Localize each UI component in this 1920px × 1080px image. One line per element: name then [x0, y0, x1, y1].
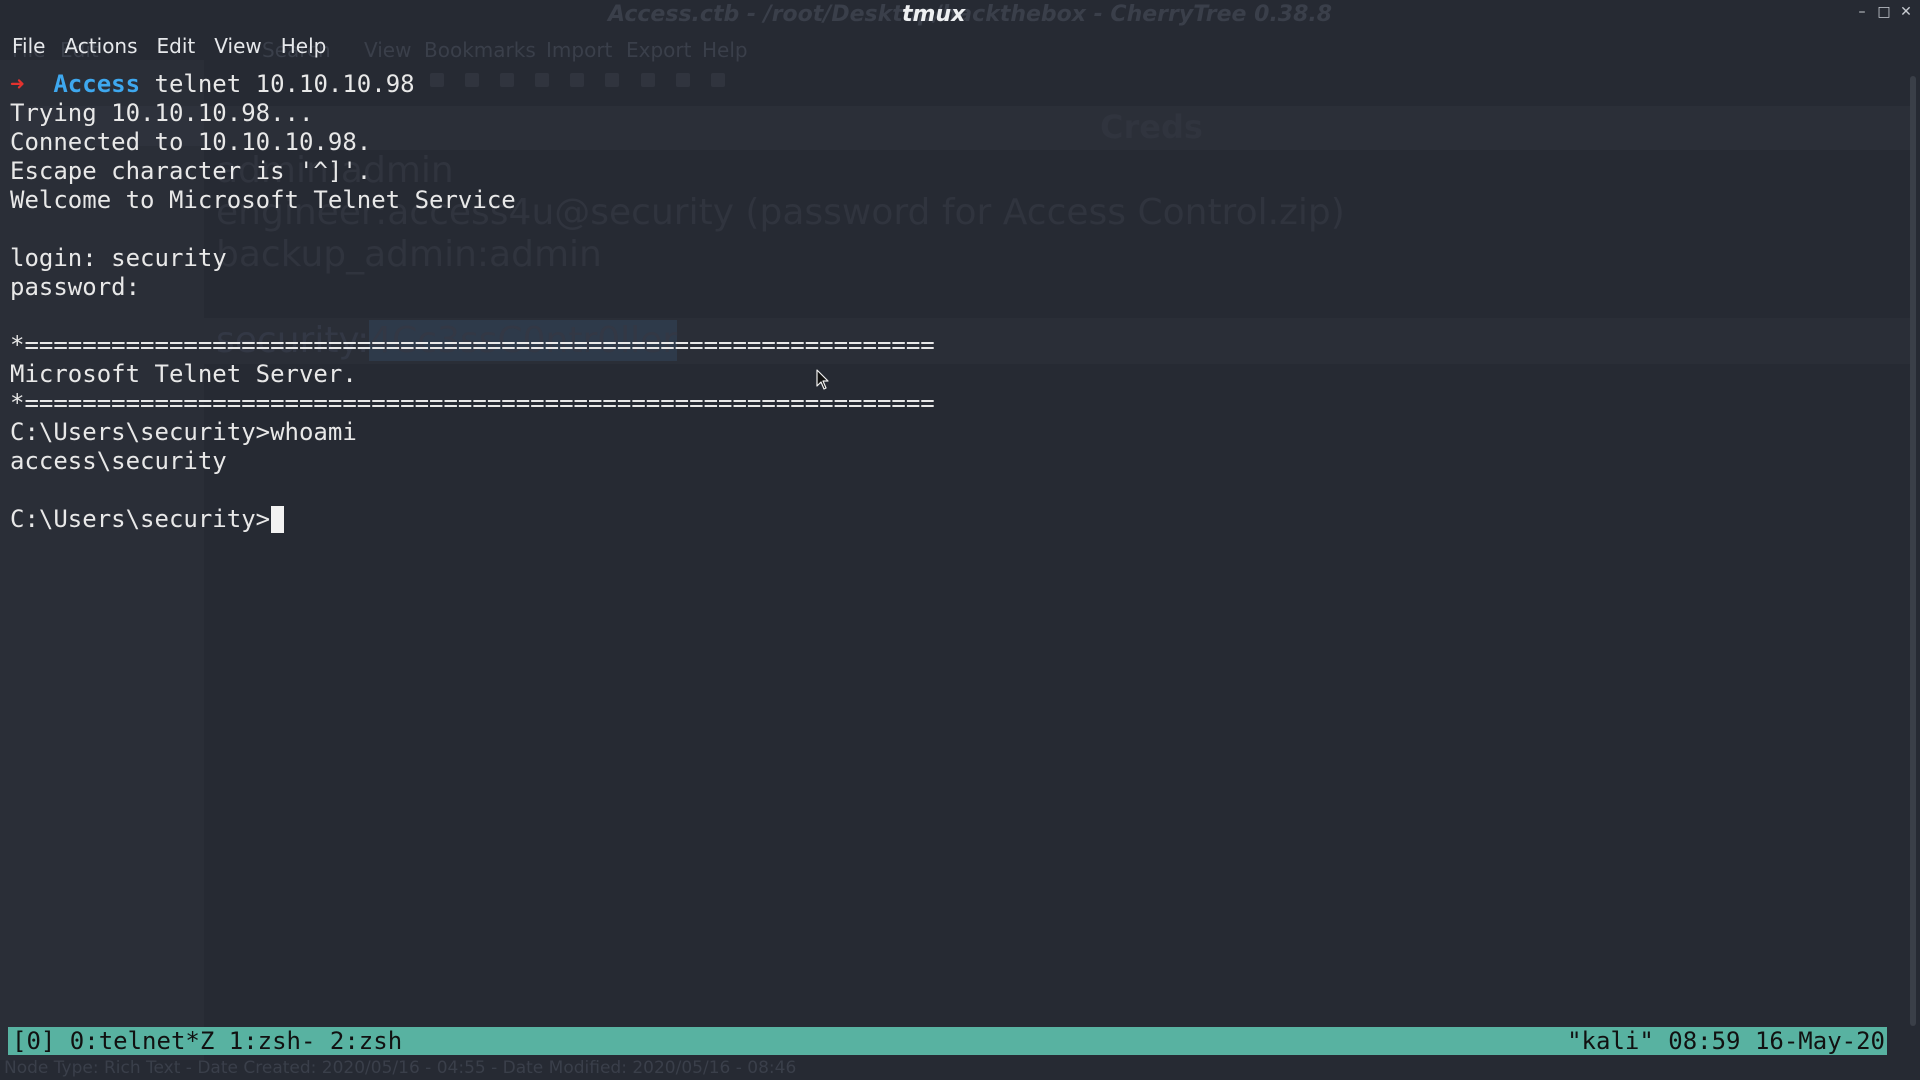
- tmux-host-clock: "kali" 08:59 16-May-20: [1567, 1027, 1885, 1055]
- terminal-line: *=======================================…: [10, 331, 935, 359]
- terminal-command: telnet 10.10.10.98: [140, 70, 415, 98]
- terminal-menubar: File Actions Edit View Help: [0, 31, 345, 61]
- scrollbar-thumb[interactable]: [1910, 76, 1916, 1026]
- terminal-line: C:\Users\security>whoami: [10, 418, 357, 446]
- terminal-command-line: ➜ Access telnet 10.10.10.98: [10, 70, 1890, 99]
- menu-help[interactable]: Help: [281, 31, 327, 61]
- prompt-directory: Access: [53, 70, 141, 98]
- menu-actions[interactable]: Actions: [64, 31, 137, 61]
- terminal-prompt-line[interactable]: C:\Users\security>: [10, 505, 1890, 534]
- text-cursor: [271, 506, 285, 533]
- terminal-line: access\security: [10, 447, 227, 475]
- arrow-pointer-icon: [816, 369, 829, 390]
- terminal-line: password:: [10, 273, 141, 301]
- tmux-session: [0]: [12, 1027, 56, 1055]
- window-titlebar[interactable]: Access.ctb - /root/Desktop/hackthebox - …: [0, 0, 1920, 32]
- terminal-line: login: security: [10, 244, 227, 272]
- terminal-line: Connected to 10.10.10.98.: [10, 128, 372, 156]
- background-statusbar: Node Type: Rich Text - Date Created: 202…: [4, 1058, 797, 1078]
- menu-edit[interactable]: Edit: [157, 31, 196, 61]
- right-arrow-icon: ➜: [10, 70, 25, 98]
- window-title: tmux: [902, 2, 966, 27]
- close-button[interactable]: ✕: [1898, 4, 1914, 20]
- background-menu-import: Import: [546, 38, 613, 62]
- tmux-status-bar: [0] 0:telnet*Z 1:zsh- 2:zsh "kali" 08:59…: [8, 1027, 1887, 1055]
- current-prompt: C:\Users\security>: [10, 505, 271, 533]
- tmux-windows: 0:telnet*Z 1:zsh- 2:zsh: [55, 1027, 403, 1055]
- background-window-title: Access.ctb - /root/Desktop/hackthebox - …: [608, 2, 1333, 27]
- background-menu-bookmarks: Bookmarks: [424, 38, 536, 62]
- desktop-screen: File Edit Search View Bookmarks Import E…: [0, 0, 1920, 1080]
- terminal-output[interactable]: ➜ Access telnet 10.10.10.98 Trying 10.10…: [10, 70, 1890, 1030]
- menu-view[interactable]: View: [214, 31, 261, 61]
- terminal-line: *=======================================…: [10, 389, 935, 417]
- terminal-line: Escape character is '^]'.: [10, 157, 372, 185]
- maximize-button[interactable]: □: [1876, 4, 1892, 20]
- menu-file[interactable]: File: [12, 31, 45, 61]
- background-menu-view: View: [364, 38, 412, 62]
- window-controls: – □ ✕: [1854, 4, 1914, 26]
- tmux-window-list[interactable]: [0] 0:telnet*Z 1:zsh- 2:zsh: [12, 1027, 402, 1055]
- terminal-line: Microsoft Telnet Server.: [10, 360, 357, 388]
- minimize-button[interactable]: –: [1854, 4, 1870, 20]
- terminal-line: Welcome to Microsoft Telnet Service: [10, 186, 516, 214]
- background-menu-export: Export: [626, 38, 692, 62]
- background-menu-help: Help: [702, 38, 748, 62]
- terminal-line: Trying 10.10.10.98...: [10, 99, 314, 127]
